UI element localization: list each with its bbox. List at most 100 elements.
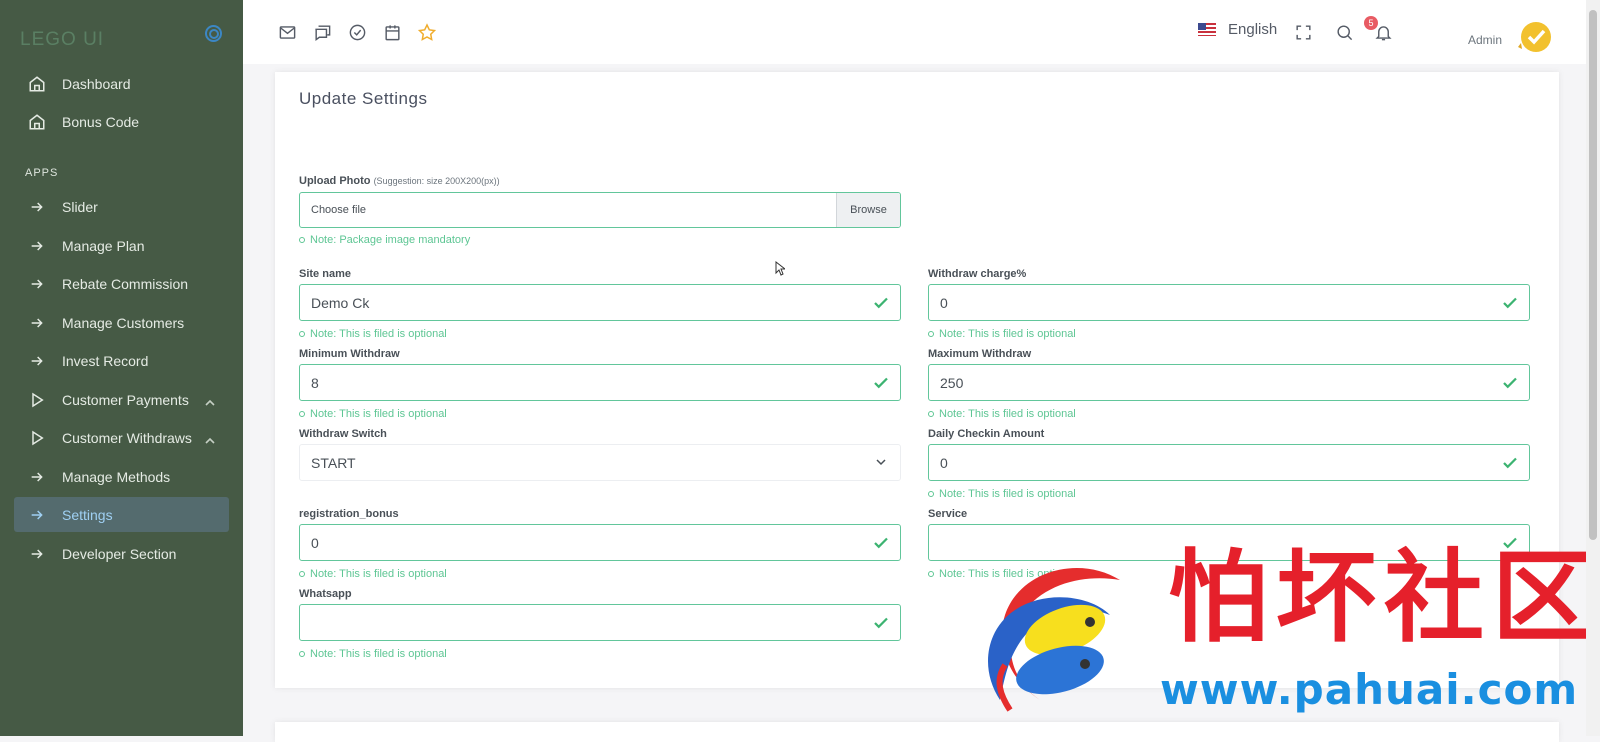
- arrow-right-icon: [26, 543, 48, 565]
- search-icon[interactable]: [1334, 22, 1354, 42]
- upload-photo-input[interactable]: Choose file Browse: [299, 192, 901, 228]
- withdraw-switch-select[interactable]: START: [299, 444, 901, 481]
- sidebar-item-label: Customer Withdraws: [62, 429, 192, 446]
- max-withdraw-note: Note: This is filed is optional: [928, 408, 1076, 420]
- sidebar-item-manage-methods[interactable]: Manage Methods: [14, 459, 229, 494]
- sidebar-item-label: Settings: [62, 506, 113, 523]
- max-withdraw-label: Maximum Withdraw: [928, 348, 1032, 360]
- sidebar-item-dashboard[interactable]: Dashboard: [14, 66, 229, 101]
- mail-icon[interactable]: [277, 22, 297, 42]
- sidebar-item-settings[interactable]: Settings: [14, 497, 229, 532]
- site-name-field[interactable]: Demo Ck: [299, 284, 901, 321]
- arrow-right-icon: [26, 273, 48, 295]
- sidebar-item-customer-payments[interactable]: Customer Payments: [14, 382, 229, 417]
- sidebar-item-developer-section[interactable]: Developer Section: [14, 536, 229, 571]
- daily-checkin-note: Note: This is filed is optional: [928, 488, 1076, 500]
- chevron-up-icon: [205, 432, 215, 448]
- language-selector[interactable]: English: [1198, 21, 1277, 38]
- check-icon: [874, 297, 888, 309]
- daily-checkin-field[interactable]: 0: [928, 444, 1530, 481]
- sidebar-item-label: Developer Section: [62, 545, 177, 562]
- registration-bonus-field[interactable]: 0: [299, 524, 901, 561]
- sidebar-item-label: Manage Methods: [62, 468, 171, 485]
- sidebar-item-label: Invest Record: [62, 352, 149, 369]
- sidebar-item-bonus-code[interactable]: Bonus Code: [14, 104, 229, 139]
- whatsapp-note: Note: This is filed is optional: [299, 648, 447, 660]
- withdraw-switch-value: START: [311, 454, 356, 471]
- sidebar-item-label: Manage Plan: [62, 237, 145, 254]
- file-name: Choose file: [311, 204, 367, 216]
- min-withdraw-note: Note: This is filed is optional: [299, 408, 447, 420]
- whatsapp-field[interactable]: [299, 604, 901, 641]
- calendar-icon[interactable]: [382, 22, 402, 42]
- page-scrollbar[interactable]: [1586, 0, 1600, 736]
- upload-photo-label: Upload Photo (Suggestion: size 200X200(p…: [299, 175, 500, 187]
- page-title: Update Settings: [299, 89, 428, 108]
- check-icon: [874, 377, 888, 389]
- check-icon: [874, 617, 888, 629]
- sidebar-item-manage-plan[interactable]: Manage Plan: [14, 228, 229, 263]
- arrow-right-icon: [26, 350, 48, 372]
- min-withdraw-label: Minimum Withdraw: [299, 348, 400, 360]
- star-icon[interactable]: [417, 22, 437, 42]
- sidebar-item-customer-withdraws[interactable]: Customer Withdraws: [14, 420, 229, 455]
- home-icon: [26, 73, 48, 95]
- sidebar: LEGO UI Dashboard Bonus Code APPS Slider…: [0, 0, 243, 736]
- sidebar-item-manage-customers[interactable]: Manage Customers: [14, 305, 229, 340]
- check-icon: [1503, 377, 1517, 389]
- home-icon: [26, 111, 48, 133]
- avatar[interactable]: [1516, 19, 1554, 53]
- withdraw-charge-field[interactable]: 0: [928, 284, 1530, 321]
- withdraw-charge-label: Withdraw charge%: [928, 268, 1027, 280]
- sidebar-item-invest-record[interactable]: Invest Record: [14, 343, 229, 378]
- site-name-value: Demo Ck: [311, 294, 370, 311]
- play-icon: [26, 389, 48, 411]
- chevron-down-icon: [876, 459, 886, 466]
- section-label-apps: APPS: [25, 167, 59, 179]
- arrow-right-icon: [26, 235, 48, 257]
- arrow-right-icon: [26, 196, 48, 218]
- registration-bonus-note: Note: This is filed is optional: [299, 568, 447, 580]
- sidebar-item-label: Bonus Code: [62, 113, 140, 130]
- min-withdraw-value: 8: [311, 374, 319, 391]
- fullscreen-icon[interactable]: [1293, 22, 1313, 42]
- sidebar-item-label: Customer Payments: [62, 391, 189, 408]
- chat-icon[interactable]: [312, 22, 332, 42]
- play-icon: [26, 427, 48, 449]
- brand-logo[interactable]: LEGO UI: [20, 29, 104, 51]
- check-icon: [874, 537, 888, 549]
- chevron-up-icon: [205, 394, 215, 410]
- registration-bonus-label: registration_bonus: [299, 508, 399, 520]
- service-label: Service: [928, 508, 968, 520]
- withdraw-switch-label: Withdraw Switch: [299, 428, 387, 440]
- browse-button[interactable]: Browse: [836, 193, 900, 227]
- watermark-url: www.pahuai.com: [1160, 665, 1579, 714]
- min-withdraw-field[interactable]: 8: [299, 364, 901, 401]
- sidebar-item-label: Slider: [62, 198, 98, 215]
- withdraw-charge-note: Note: This is filed is optional: [928, 328, 1076, 340]
- upload-note: Note: Package image mandatory: [299, 234, 470, 246]
- check-icon: [1503, 297, 1517, 309]
- check-circle-icon[interactable]: [347, 22, 367, 42]
- sidebar-item-label: Rebate Commission: [62, 275, 189, 292]
- watermark-fish-logo: [988, 567, 1120, 712]
- us-flag-icon: [1198, 23, 1216, 36]
- withdraw-charge-value: 0: [940, 294, 948, 311]
- max-withdraw-value: 250: [940, 374, 964, 391]
- sidebar-item-rebate-commission[interactable]: Rebate Commission: [14, 266, 229, 301]
- user-name[interactable]: Admin: [1468, 33, 1502, 47]
- arrow-right-icon: [26, 466, 48, 488]
- registration-bonus-value: 0: [311, 534, 319, 551]
- site-name-note: Note: This is filed is optional: [299, 328, 447, 340]
- secondary-card: [275, 722, 1559, 742]
- daily-checkin-label: Daily Checkin Amount: [928, 428, 1045, 440]
- topbar: English 5 Admin: [243, 0, 1600, 64]
- sidebar-item-slider[interactable]: Slider: [14, 189, 229, 224]
- notification-badge: 5: [1364, 16, 1378, 30]
- max-withdraw-field[interactable]: 250: [928, 364, 1530, 401]
- check-icon: [1503, 457, 1517, 469]
- upload-photo-label-text: Upload Photo: [299, 175, 371, 187]
- sidebar-item-label: Manage Customers: [62, 314, 185, 331]
- sidebar-toggle-icon[interactable]: [205, 25, 222, 42]
- daily-checkin-value: 0: [940, 454, 948, 471]
